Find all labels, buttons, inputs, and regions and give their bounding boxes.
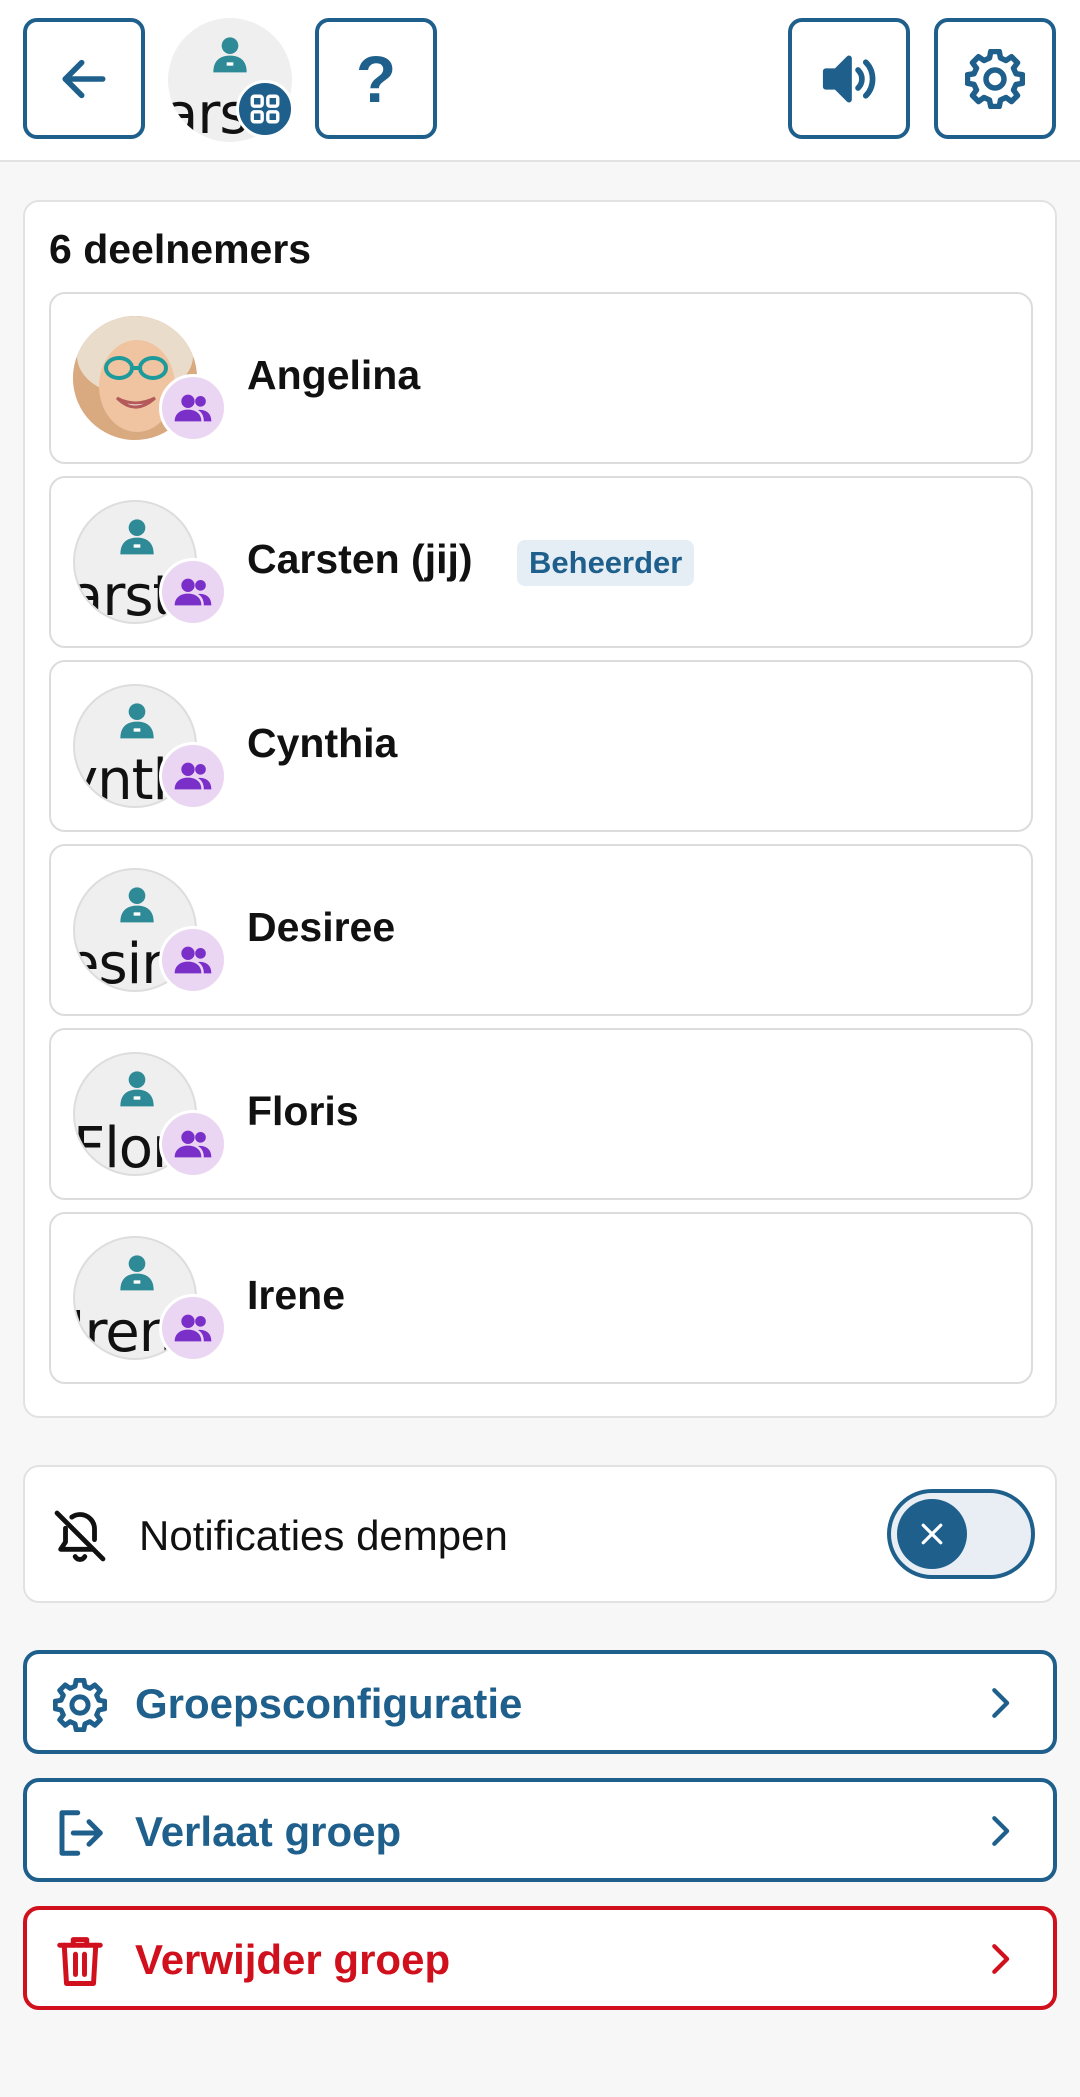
participants-card: 6 deelnemers Angelina arst Carsten (jij)… [23,200,1057,1418]
speaker-icon [822,54,876,103]
member-row-desiree[interactable]: esir Desiree [49,844,1033,1016]
group-badge [159,374,227,442]
arrow-left-icon [62,59,106,98]
person-icon [120,887,154,923]
delete-group-button[interactable]: Verwijder groep [23,1906,1057,2010]
person-icon [120,519,154,555]
member-name: Cynthia [247,720,398,766]
people-icon [174,1314,212,1342]
mute-notifications-row: Notificaties dempen [23,1465,1057,1603]
avatar-text: esir [73,932,164,992]
people-icon [174,578,212,606]
people-icon [174,1130,212,1158]
mute-notifications-toggle[interactable] [887,1489,1035,1579]
person-icon [213,37,247,73]
member-row-floris[interactable]: Flor Floris [49,1028,1033,1200]
leave-group-button[interactable]: Verlaat groep [23,1778,1057,1882]
group-badge [236,80,294,138]
gear-icon [53,1678,107,1732]
grid-icon [250,94,280,124]
group-badge [159,742,227,810]
top-bar: arst ? [0,0,1080,162]
help-button[interactable]: ? [315,18,437,139]
chevron-right-icon [992,1944,1010,1974]
chevron-right-icon [992,1816,1010,1846]
close-icon [921,1523,943,1545]
people-icon [174,762,212,790]
group-configuration-button[interactable]: Groepsconfiguratie [23,1650,1057,1754]
toggle-knob [897,1499,967,1569]
member-row-irene[interactable]: Iren Irene [49,1212,1033,1384]
member-row-angelina[interactable]: Angelina [49,292,1033,464]
exit-icon [59,1810,103,1856]
back-button[interactable] [23,18,145,139]
person-icon [120,703,154,739]
delete-group-label: Verwijder groep [135,1936,451,1983]
group-configuration-label: Groepsconfiguratie [135,1680,523,1727]
member-row-carsten[interactable]: arst Carsten (jij) Beheerder [49,476,1033,648]
settings-button[interactable] [934,18,1056,139]
member-row-cynthia[interactable]: ynth Cynthia [49,660,1033,832]
mute-notifications-label: Notificaties dempen [139,1512,508,1559]
trash-icon [57,1937,103,1986]
group-badge [159,558,227,626]
gear-icon [965,48,1025,109]
member-name: Irene [247,1272,345,1318]
bell-off-icon [54,1510,106,1562]
member-name: Carsten (jij) [247,536,473,582]
member-name: Desiree [247,904,396,950]
people-icon [174,946,212,974]
group-badge [159,926,227,994]
person-icon [120,1255,154,1291]
participants-title: 6 deelnemers [49,226,312,272]
leave-group-label: Verlaat groep [135,1808,402,1855]
people-icon [174,394,212,422]
group-badge [159,1294,227,1362]
role-badge: Beheerder [517,540,695,586]
sound-button[interactable] [788,18,910,139]
member-name: Angelina [247,352,421,398]
question-mark-icon: ? [355,41,397,116]
member-name: Floris [247,1088,359,1134]
chevron-right-icon [992,1688,1010,1718]
person-icon [120,1071,154,1107]
group-badge [159,1110,227,1178]
